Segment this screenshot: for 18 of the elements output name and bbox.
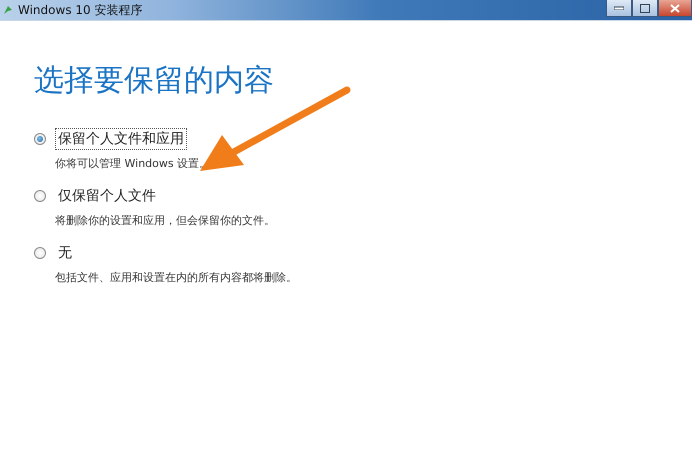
option-description: 将删除你的设置和应用，但会保留你的文件。 bbox=[55, 213, 276, 228]
close-icon bbox=[670, 4, 680, 12]
radio-button[interactable] bbox=[34, 190, 46, 202]
minimize-icon bbox=[614, 6, 624, 10]
option-description: 你将可以管理 Windows 设置。 bbox=[55, 156, 212, 171]
option-label[interactable]: 仅保留个人文件 bbox=[55, 185, 159, 207]
close-button[interactable] bbox=[658, 0, 692, 17]
option-label[interactable]: 保留个人文件和应用 bbox=[55, 128, 187, 150]
maximize-icon bbox=[640, 4, 650, 12]
option-label[interactable]: 无 bbox=[55, 242, 75, 264]
option-description: 包括文件、应用和设置在内的所有内容都将删除。 bbox=[55, 270, 298, 285]
page-heading: 选择要保留的内容 bbox=[33, 62, 275, 100]
app-icon bbox=[2, 4, 14, 16]
radio-button[interactable] bbox=[34, 133, 46, 145]
minimize-button[interactable] bbox=[606, 0, 632, 17]
radio-button[interactable] bbox=[34, 247, 46, 259]
maximize-button[interactable] bbox=[632, 0, 658, 17]
window-title: Windows 10 安装程序 bbox=[18, 2, 142, 18]
